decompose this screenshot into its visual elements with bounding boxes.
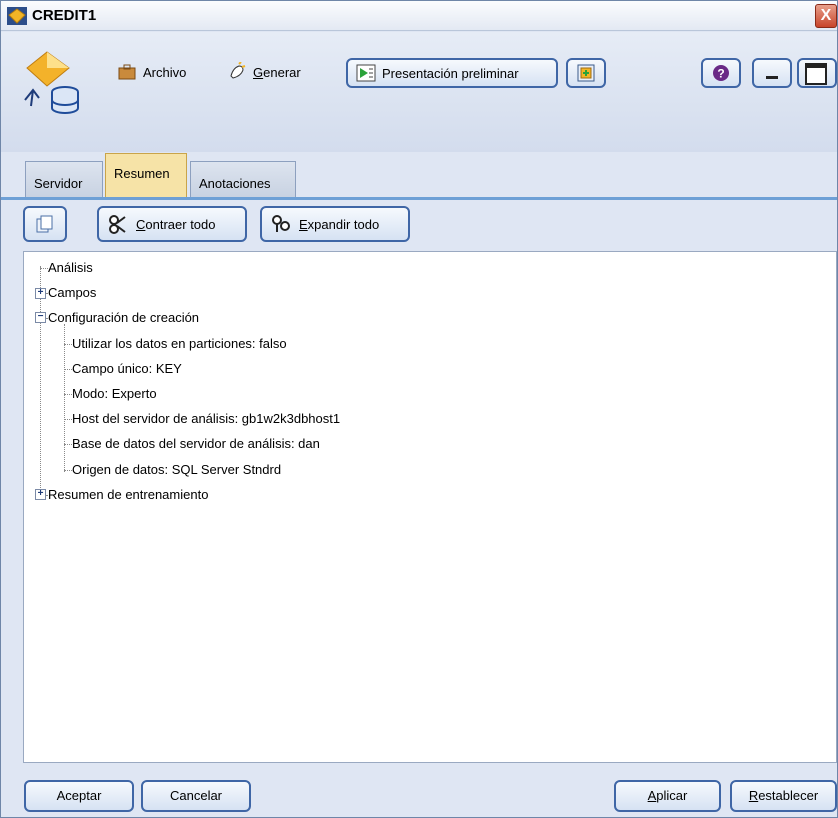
tab-servidor[interactable]: Servidor xyxy=(25,161,103,197)
expand-all-button[interactable]: Expandir todo xyxy=(260,206,410,242)
collapse-all-label: Contraer todo xyxy=(136,216,216,232)
expand-icon xyxy=(271,214,291,234)
tree-node-analisis[interactable]: Análisis xyxy=(48,258,93,278)
export-grid-icon xyxy=(576,63,596,83)
cancelar-button[interactable]: Cancelar xyxy=(141,780,251,812)
collapse-all-button[interactable]: Contraer todo xyxy=(97,206,247,242)
tree-node-child[interactable]: Campo único: KEY xyxy=(72,359,182,379)
maximize-icon xyxy=(805,63,827,85)
expand-all-label: Expandir todo xyxy=(299,216,380,232)
generar-menu[interactable]: Generar xyxy=(227,56,301,88)
restablecer-button[interactable]: Restablecer xyxy=(730,780,837,812)
tree-guide-line xyxy=(64,419,72,420)
summary-toolbar: Contraer todo Expandir todo xyxy=(1,200,837,250)
preview-label: Presentación preliminar xyxy=(382,65,519,81)
generate-hand-icon xyxy=(227,61,247,82)
help-icon: ? xyxy=(711,63,731,83)
copy-icon xyxy=(34,214,54,234)
tree-node-child[interactable]: Host del servidor de análisis: gb1w2k3db… xyxy=(72,409,340,429)
tree-node-configuracion[interactable]: Configuración de creación xyxy=(48,308,199,328)
tab-anotaciones[interactable]: Anotaciones xyxy=(190,161,296,197)
collapse-icon xyxy=(108,214,128,234)
summary-tree[interactable]: Análisis + Campos − Configuración de cre… xyxy=(23,251,837,763)
expand-resumen-icon[interactable]: + xyxy=(35,489,46,500)
svg-text:?: ? xyxy=(717,67,724,81)
tree-guide-line xyxy=(64,324,65,472)
minimize-icon xyxy=(762,63,782,83)
tree-guide-line xyxy=(64,470,72,471)
maximize-button[interactable] xyxy=(797,58,837,88)
tree-node-child[interactable]: Base de datos del servidor de análisis: … xyxy=(72,434,320,454)
tree-guide-line xyxy=(64,444,72,445)
tree-guide-line xyxy=(64,394,72,395)
tree-guide-line xyxy=(40,266,41,496)
aplicar-button[interactable]: Aplicar xyxy=(614,780,721,812)
tab-resumen[interactable]: Resumen xyxy=(105,153,187,197)
copy-button[interactable] xyxy=(23,206,67,242)
tree-node-resumen-entrenamiento[interactable]: Resumen de entrenamiento xyxy=(48,485,208,505)
tree-guide-line xyxy=(64,369,72,370)
collapse-configuracion-icon[interactable]: − xyxy=(35,312,46,323)
export-button[interactable] xyxy=(566,58,606,88)
dialog-header: Archivo Generar Presentación preliminar … xyxy=(1,32,837,152)
close-button[interactable]: X xyxy=(815,4,837,28)
expand-campos-icon[interactable]: + xyxy=(35,288,46,299)
tree-node-campos[interactable]: Campos xyxy=(48,283,96,303)
tree-node-child[interactable]: Modo: Experto xyxy=(72,384,157,404)
minimize-button[interactable] xyxy=(752,58,792,88)
credit1-window: CREDIT1 X Archivo Generar Presentación p… xyxy=(0,0,838,818)
model-nugget-icon xyxy=(19,48,89,118)
tree-guide-line xyxy=(40,268,48,269)
archivo-label: Archivo xyxy=(143,64,187,80)
diamond-node-icon xyxy=(7,7,27,25)
tree-guide-line xyxy=(64,344,72,345)
preview-button[interactable]: Presentación preliminar xyxy=(346,58,558,88)
tree-node-child[interactable]: Utilizar los datos en particiones: falso xyxy=(72,334,287,354)
help-button[interactable]: ? xyxy=(701,58,741,88)
aceptar-button[interactable]: Aceptar xyxy=(24,780,134,812)
title-bar[interactable]: CREDIT1 X xyxy=(1,1,837,31)
window-title: CREDIT1 xyxy=(32,7,97,24)
tree-node-child[interactable]: Origen de datos: SQL Server Stndrd xyxy=(72,460,281,480)
briefcase-icon xyxy=(117,62,137,82)
generar-label: Generar xyxy=(253,64,301,80)
preview-icon xyxy=(356,63,376,83)
archivo-menu[interactable]: Archivo xyxy=(117,56,186,88)
